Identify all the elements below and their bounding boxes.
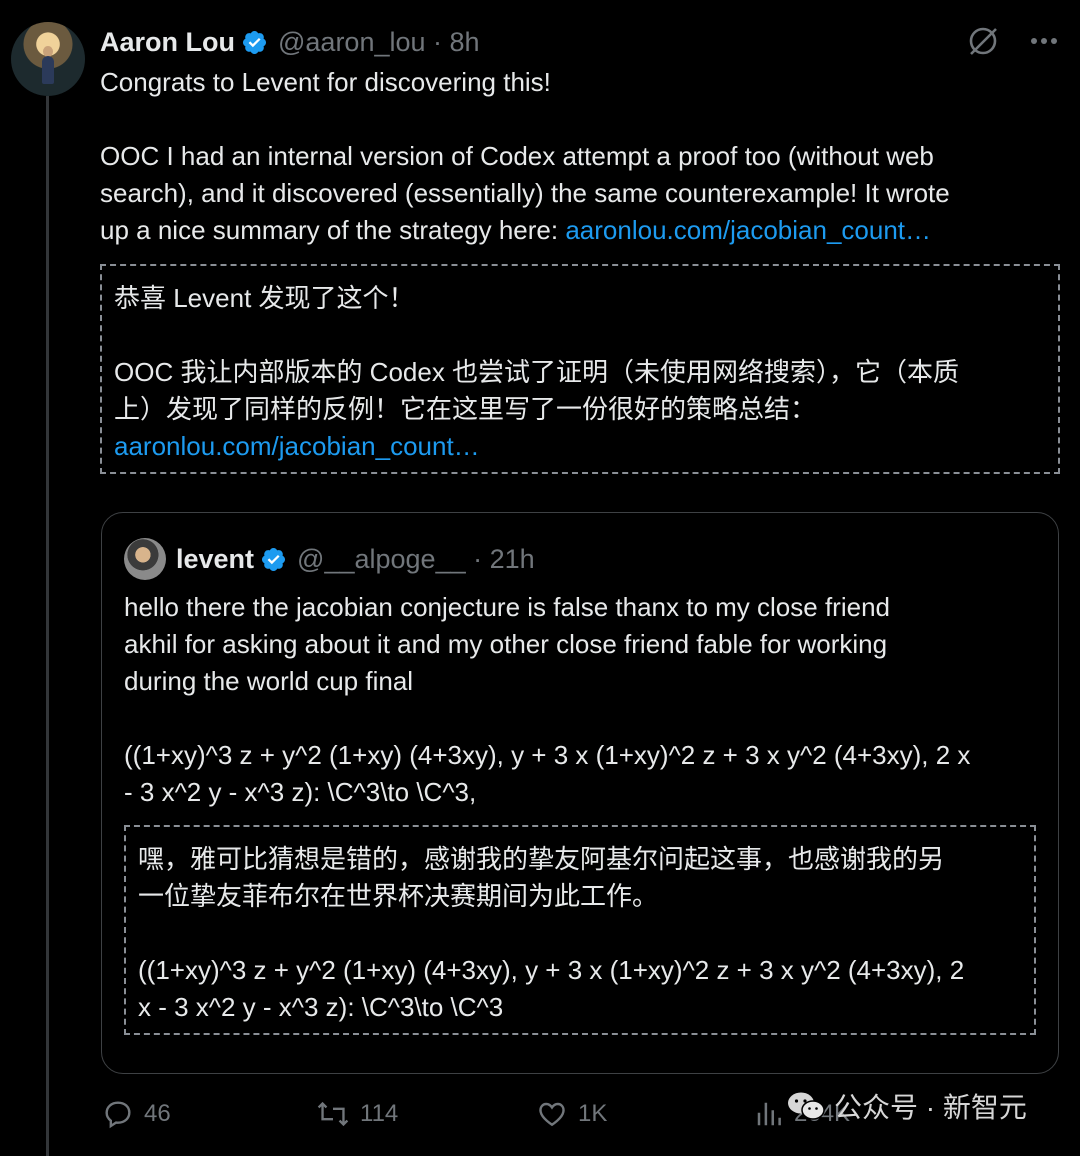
post-text-line1: Congrats to Levent for discovering this! (100, 67, 551, 97)
post-top-actions (966, 24, 1058, 58)
post-text-para2: OOC I had an internal version of Codex a… (100, 141, 950, 245)
quoted-author-name[interactable]: levent (176, 544, 254, 575)
quoted-post-header: levent @__alpoge__ · 21h (124, 537, 535, 581)
translation-line: ((1+xy)^3 z + y^2 (1+xy) (4+3xy), y + 3 … (138, 955, 965, 985)
translation-line: 一位挚友菲布尔在世界杯决赛期间为此工作。 (138, 881, 659, 911)
quoted-author-handle[interactable]: @__alpoge__ · 21h (297, 544, 535, 575)
verified-badge-icon (242, 30, 267, 54)
post-link[interactable]: aaronlou.com/jacobian_count… (565, 215, 931, 245)
repost-count: 114 (360, 1100, 399, 1127)
thread-line (46, 96, 49, 1156)
repost-icon (317, 1101, 349, 1127)
translation-line: OOC 我让内部版本的 Codex 也尝试了证明（未使用网络搜索），它（本质 (114, 357, 960, 387)
verified-badge-icon (262, 547, 286, 571)
translation-line: 恭喜 Levent 发现了这个！ (114, 283, 415, 313)
grok-icon[interactable] (966, 24, 1000, 58)
heart-icon (539, 1102, 565, 1127)
reply-count: 46 (144, 1100, 171, 1127)
watermark-text: 公众号 · 新智元 (834, 1092, 1027, 1123)
quoted-author-avatar[interactable] (124, 538, 166, 580)
reply-icon (105, 1101, 131, 1129)
author-name[interactable]: Aaron Lou (100, 27, 235, 58)
translation-line: x - 3 x^2 y - x^3 z): \C^3\to \C^3 (138, 992, 504, 1022)
quoted-post-text: hello there the jacobian conjecture is f… (124, 592, 971, 807)
translation-box-post: 恭喜 Levent 发现了这个！ OOC 我让内部版本的 Codex 也尝试了证… (100, 264, 1060, 474)
translation-line: 上）发现了同样的反例！它在这里写了一份很好的策略总结： (114, 394, 817, 424)
like-button[interactable]: 1K (536, 1098, 607, 1130)
author-handle[interactable]: @aaron_lou · 8h (278, 27, 480, 58)
translation-box-quote: 嘿，雅可比猜想是错的，感谢我的挚友阿基尔问起这事，也感谢我的另 一位挚友菲布尔在… (124, 825, 1036, 1035)
views-chart-icon (757, 1102, 781, 1126)
reply-button[interactable]: 46 (102, 1098, 171, 1130)
translation-link[interactable]: aaronlou.com/jacobian_count… (114, 428, 1046, 465)
watermark: 公众号 · 新智元 (786, 1086, 1027, 1126)
quoted-post[interactable]: levent @__alpoge__ · 21h hello there the… (101, 512, 1059, 1074)
more-options-icon[interactable] (1030, 37, 1058, 45)
author-avatar[interactable] (11, 22, 85, 96)
like-count: 1K (578, 1100, 608, 1127)
post-header: Aaron Lou @aaron_lou · 8h (100, 24, 480, 60)
wechat-logo-icon (788, 1092, 825, 1120)
repost-button[interactable]: 114 (316, 1098, 398, 1130)
translation-line: 嘿，雅可比猜想是错的，感谢我的挚友阿基尔问起这事，也感谢我的另 (138, 844, 945, 874)
